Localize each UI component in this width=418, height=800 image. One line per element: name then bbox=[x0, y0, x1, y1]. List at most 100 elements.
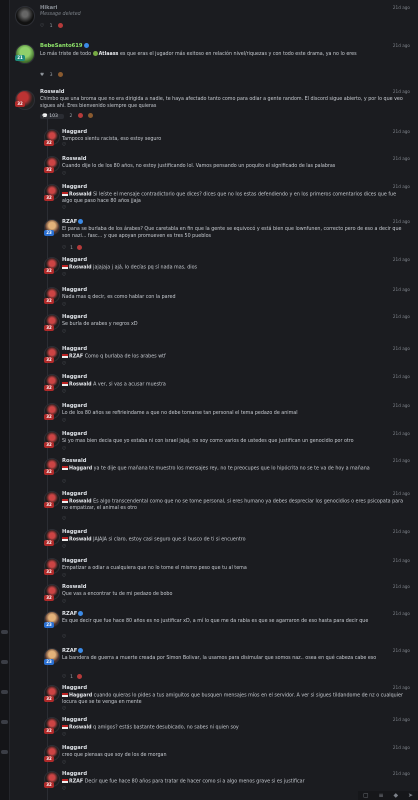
avatar[interactable]: 32 bbox=[44, 156, 60, 173]
username[interactable]: Haggard bbox=[62, 745, 87, 751]
reaction-emoji-icon[interactable] bbox=[77, 674, 83, 679]
avatar[interactable]: 23 bbox=[44, 611, 60, 628]
rail-icon[interactable] bbox=[1, 750, 8, 754]
avatar[interactable]: 32 bbox=[44, 584, 60, 601]
avatar[interactable]: 21 bbox=[15, 44, 35, 64]
avatar[interactable]: 32 bbox=[44, 129, 60, 146]
heart-icon[interactable]: ♥ bbox=[40, 73, 44, 78]
rail-icon[interactable] bbox=[1, 660, 8, 664]
heart-icon[interactable]: ♡ bbox=[62, 707, 66, 712]
mention[interactable]: Roswald bbox=[69, 538, 92, 543]
username[interactable]: Haggard bbox=[62, 558, 87, 564]
heart-icon[interactable]: ♡ bbox=[62, 635, 66, 640]
username[interactable]: Roswald bbox=[62, 156, 86, 162]
mention[interactable]: Roswald bbox=[69, 726, 92, 731]
avatar[interactable]: 32 bbox=[44, 184, 60, 201]
avatar[interactable] bbox=[15, 6, 35, 26]
username[interactable]: Haggard bbox=[62, 529, 87, 535]
heart-icon[interactable]: ♡ bbox=[62, 143, 66, 148]
rail-icon[interactable] bbox=[1, 690, 8, 694]
rail-icon[interactable] bbox=[1, 630, 8, 634]
reaction-emoji-icon[interactable] bbox=[77, 245, 83, 250]
heart-icon[interactable]: ♡ bbox=[62, 390, 66, 395]
heart-icon[interactable]: ♡ bbox=[62, 330, 66, 335]
username[interactable]: Haggard bbox=[62, 374, 87, 380]
username[interactable]: Hikari bbox=[40, 5, 57, 11]
avatar[interactable]: 23 bbox=[44, 648, 60, 665]
mention[interactable]: Roswald bbox=[69, 383, 92, 388]
heart-icon[interactable]: ♡ bbox=[62, 246, 66, 251]
reaction-emoji-icon[interactable] bbox=[77, 113, 83, 118]
username[interactable]: RZAF bbox=[62, 219, 84, 225]
username[interactable]: Haggard bbox=[62, 314, 87, 320]
mention[interactable]: RZAF bbox=[69, 355, 83, 360]
heart-icon[interactable]: ♡ bbox=[40, 24, 44, 29]
avatar[interactable]: 32 bbox=[44, 717, 60, 734]
avatar[interactable]: 32 bbox=[44, 771, 60, 788]
heart-icon[interactable]: ♡ bbox=[62, 675, 66, 680]
heart-icon[interactable]: ♡ bbox=[62, 761, 66, 766]
mention[interactable]: Haggard bbox=[69, 694, 92, 699]
avatar[interactable]: 23 bbox=[44, 219, 60, 236]
reaction-emoji-icon[interactable] bbox=[58, 72, 63, 77]
username[interactable]: Haggard bbox=[62, 771, 87, 777]
mention[interactable]: Atlaass bbox=[99, 52, 119, 57]
avatar[interactable]: 32 bbox=[44, 529, 60, 546]
username[interactable]: BebeSanto619 bbox=[40, 43, 89, 49]
avatar[interactable]: 32 bbox=[44, 346, 60, 363]
username[interactable]: Haggard bbox=[62, 685, 87, 691]
mention[interactable]: Roswald bbox=[69, 266, 92, 271]
heart-icon[interactable]: ♡ bbox=[62, 206, 66, 211]
gift-icon[interactable]: ◆ bbox=[393, 792, 398, 799]
heart-icon[interactable]: ♡ bbox=[62, 480, 66, 485]
rail-icon[interactable] bbox=[1, 720, 8, 724]
avatar[interactable]: 32 bbox=[44, 491, 60, 508]
heart-icon[interactable]: ♡ bbox=[62, 545, 66, 550]
mention[interactable]: RZAF bbox=[69, 780, 83, 785]
image-icon[interactable]: ▢ bbox=[363, 792, 369, 799]
username[interactable]: Haggard bbox=[62, 403, 87, 409]
username[interactable]: RZAF bbox=[62, 648, 84, 654]
heart-icon[interactable]: ♡ bbox=[62, 273, 66, 278]
avatar[interactable]: 32 bbox=[44, 257, 60, 274]
avatar[interactable]: 32 bbox=[44, 403, 60, 420]
heart-icon[interactable]: ♡ bbox=[62, 419, 66, 424]
reaction-emoji-icon[interactable] bbox=[88, 113, 94, 118]
avatar[interactable]: 32 bbox=[44, 431, 60, 448]
username[interactable]: Haggard bbox=[62, 287, 87, 293]
username[interactable]: Haggard bbox=[62, 257, 87, 263]
username[interactable]: RZAF bbox=[62, 611, 84, 617]
mention[interactable]: Roswald bbox=[69, 500, 92, 505]
reaction-emoji-icon[interactable] bbox=[58, 23, 63, 28]
heart-icon[interactable]: ♡ bbox=[62, 447, 66, 452]
avatar[interactable]: 32 bbox=[44, 287, 60, 304]
username[interactable]: Haggard bbox=[62, 431, 87, 437]
heart-icon[interactable]: ♡ bbox=[62, 600, 66, 605]
avatar[interactable]: 32 bbox=[15, 90, 35, 110]
username[interactable]: Haggard bbox=[62, 184, 87, 190]
avatar[interactable]: 32 bbox=[44, 685, 60, 702]
send-icon[interactable]: ➤ bbox=[408, 792, 413, 799]
username[interactable]: Roswald bbox=[62, 584, 86, 590]
list-icon[interactable]: ≡ bbox=[379, 792, 384, 799]
avatar[interactable]: 32 bbox=[44, 558, 60, 575]
avatar[interactable]: 32 bbox=[44, 458, 60, 475]
username[interactable]: Roswald bbox=[62, 458, 86, 464]
username[interactable]: Roswald bbox=[40, 89, 64, 95]
reaction-chip[interactable]: 💬 103 bbox=[40, 114, 64, 119]
heart-icon[interactable]: ♡ bbox=[62, 172, 66, 177]
avatar[interactable]: 32 bbox=[44, 314, 60, 331]
heart-icon[interactable]: ♡ bbox=[62, 574, 66, 579]
username[interactable]: Haggard bbox=[62, 717, 87, 723]
mention[interactable]: Roswald bbox=[69, 193, 92, 198]
heart-icon[interactable]: ♡ bbox=[62, 733, 66, 738]
username[interactable]: Haggard bbox=[62, 346, 87, 352]
heart-icon[interactable]: ♡ bbox=[62, 303, 66, 308]
heart-icon[interactable]: ♡ bbox=[62, 787, 66, 792]
avatar[interactable]: 32 bbox=[44, 745, 60, 762]
mention[interactable]: Haggard bbox=[69, 467, 92, 472]
heart-icon[interactable]: ♡ bbox=[62, 362, 66, 367]
avatar[interactable]: 32 bbox=[44, 374, 60, 391]
username[interactable]: Haggard bbox=[62, 491, 87, 497]
username[interactable]: Haggard bbox=[62, 129, 87, 135]
